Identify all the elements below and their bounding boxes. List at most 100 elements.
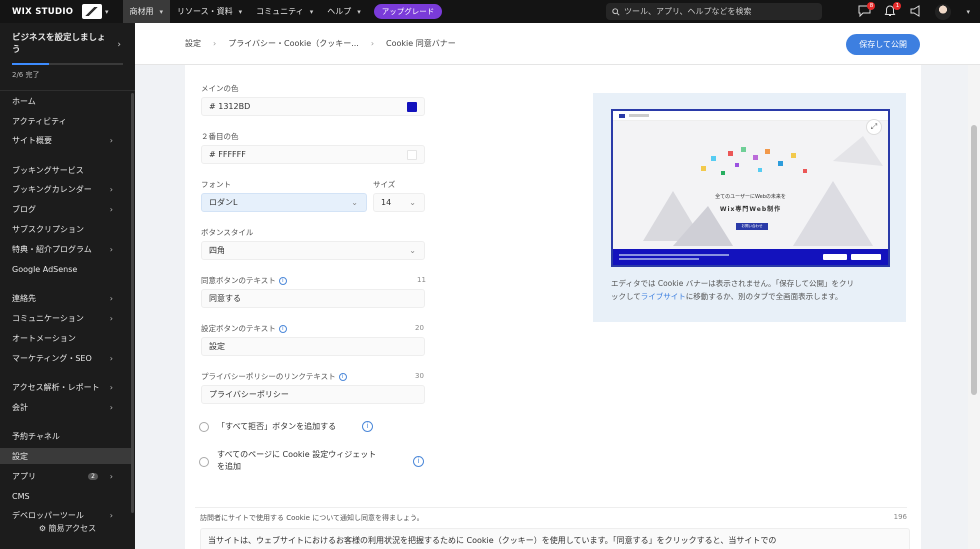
second-color-swatch[interactable]: [407, 150, 417, 160]
preview-site-nav-bar: [629, 114, 649, 117]
menu-help[interactable]: ヘルプ ▾: [320, 0, 368, 23]
size-select[interactable]: 14 ⌄: [373, 193, 425, 212]
privacy-link-label-text: プライバシーポリシーのリンクテキスト: [201, 372, 336, 381]
save-publish-button[interactable]: 保存して公開: [846, 34, 920, 55]
breadcrumb-settings[interactable]: 設定: [185, 38, 201, 49]
breadcrumb-privacy[interactable]: プライバシー・Cookie（クッキー...: [228, 38, 359, 49]
info-icon[interactable]: i: [362, 421, 373, 432]
chevron-right-icon: ›: [109, 353, 113, 363]
font-select[interactable]: ロダンL ⌄: [201, 193, 367, 212]
second-color-field[interactable]: # FFFFFF: [201, 145, 425, 164]
avatar[interactable]: [935, 3, 952, 20]
info-icon[interactable]: i: [278, 277, 287, 285]
sidebar-item[interactable]: マーケティング・SEO ›: [0, 350, 131, 366]
chevron-down-icon: ▾: [159, 7, 164, 16]
sidebar-item-label: 予約チャネル: [12, 431, 60, 441]
chevron-right-icon: ›: [109, 135, 113, 145]
privacy-link-value: プライバシーポリシー: [209, 390, 289, 399]
main-color-value: # 1312BD: [209, 102, 251, 111]
preview-note-line2: ックしてライブサイトに移動するか、別のタブで全画面表示します。: [611, 290, 896, 303]
chevron-right-icon: ›: [109, 244, 113, 254]
sidebar-item[interactable]: コミュニケーション ›: [0, 310, 131, 326]
button-style-select[interactable]: 四角 ⌄: [201, 241, 425, 260]
preview-note-text: に移動するか、別のタブで全画面表示します。: [685, 292, 843, 301]
sidebar-item[interactable]: ホーム: [0, 93, 131, 109]
preview-banner-text: [619, 254, 729, 256]
upgrade-button[interactable]: アップグレード: [373, 4, 443, 19]
sidebar-item-label: アクセス解析・レポート: [12, 382, 100, 392]
setup-card[interactable]: ビジネスを設定しましょう › 2/6 完了: [0, 23, 135, 91]
bell-icon[interactable]: 1: [883, 1, 902, 19]
preview-site-nav: [613, 111, 888, 121]
font-label: フォント: [201, 180, 231, 189]
main-scrollbar-thumb[interactable]: [971, 125, 977, 395]
menu-site[interactable]: 商材用 ▾: [122, 0, 171, 23]
preview-site-logo: [619, 113, 625, 118]
sidebar-item[interactable]: オートメーション: [0, 330, 131, 346]
sidebar-item[interactable]: CMS: [0, 488, 131, 504]
notice-section: 訪問者にサイトで使用する Cookie について通知し同意を得ましょう。 196…: [195, 507, 910, 549]
quick-access-button[interactable]: ⚙ 簡易アクセス: [0, 523, 135, 534]
sidebar-item[interactable]: サブスクリプション: [0, 221, 131, 237]
privacy-link-input[interactable]: プライバシーポリシー: [201, 385, 425, 404]
preview-banner-accept: [851, 254, 881, 260]
brand-logo[interactable]: WIX STUDIO: [0, 7, 78, 17]
sidebar-item-label: サイト概要: [12, 135, 52, 145]
reject-all-checkbox[interactable]: [199, 422, 209, 432]
accept-text-input[interactable]: 同意する: [201, 289, 425, 308]
settings-text-label-text: 設定ボタンのテキスト: [201, 324, 276, 333]
search-icon: [612, 7, 620, 16]
chevron-right-icon: ›: [109, 313, 113, 323]
sidebar-item[interactable]: ブログ ›: [0, 201, 131, 217]
settings-text-input[interactable]: 設定: [201, 337, 425, 356]
preview-banner-settings: [823, 254, 847, 260]
menu-community[interactable]: コミュニティ ▾: [249, 0, 320, 23]
search-input[interactable]: ツール、アプリ、ヘルプなどを検索: [606, 3, 822, 20]
sidebar-item[interactable]: アクティビティ: [0, 113, 131, 129]
sidebar-item[interactable]: アプリ 2 ›: [0, 468, 131, 484]
top-icons: 8 1 ▾: [857, 1, 970, 21]
megaphone-icon[interactable]: [909, 4, 923, 19]
sidebar-item[interactable]: Google AdSense: [0, 261, 131, 277]
expand-icon[interactable]: ⤢: [866, 119, 882, 135]
sidebar-item-label: マーケティング・SEO: [12, 353, 92, 363]
sidebar-item[interactable]: ブッキングカレンダー ›: [0, 181, 131, 197]
sidebar-item-label: 会計: [12, 402, 28, 412]
live-site-link[interactable]: ライブサイト: [641, 292, 686, 301]
setup-progress-bar: [12, 63, 123, 65]
sidebar-item[interactable]: 会計 ›: [0, 399, 131, 415]
sidebar-item[interactable]: 予約チャネル: [0, 428, 131, 444]
sidebar-item[interactable]: 特典・紹介プログラム ›: [0, 241, 131, 257]
menu-resources[interactable]: リソース・資料 ▾: [170, 0, 249, 23]
main-color-swatch[interactable]: [407, 102, 417, 112]
chevron-down-icon[interactable]: ▾: [966, 8, 970, 16]
site-thumbnail[interactable]: [82, 4, 102, 19]
info-icon[interactable]: i: [338, 373, 347, 381]
notice-textarea[interactable]: 当サイトは、ウェブサイトにおけるお客様の利用状況を把握するために Cookie（…: [200, 528, 910, 549]
chevron-down-icon[interactable]: ▾: [105, 8, 109, 16]
sidebar-item[interactable]: 設定: [0, 448, 131, 464]
cookie-widget-label-line2: を追加: [217, 462, 241, 471]
main-color-field[interactable]: # 1312BD: [201, 97, 425, 116]
sidebar-item[interactable]: デベロッパーツール ›: [0, 507, 131, 523]
chevron-right-icon: ›: [109, 293, 113, 303]
reject-all-label-text: 「すべて拒否」ボタンを追加する: [217, 422, 337, 431]
sidebar-item-label: ブッキングサービス: [12, 165, 84, 175]
sidebar-scrollbar[interactable]: [131, 93, 134, 513]
info-icon[interactable]: i: [278, 325, 287, 333]
chevron-down-icon: ⌄: [409, 246, 416, 255]
main-scrollbar[interactable]: [968, 65, 980, 549]
sidebar-item[interactable]: ブッキングサービス: [0, 162, 131, 178]
info-icon[interactable]: i: [413, 456, 424, 467]
sidebar-item[interactable]: アクセス解析・レポート ›: [0, 374, 131, 400]
preview-site-button: お問い合わせ: [736, 223, 768, 230]
sidebar-item-label: オートメーション: [12, 333, 76, 343]
sidebar-item[interactable]: 連絡先 ›: [0, 290, 131, 306]
cookie-widget-label-line1: すべてのページに Cookie 設定ウィジェット: [217, 450, 377, 459]
sidebar-item[interactable]: サイト概要 ›: [0, 132, 131, 148]
cookie-widget-checkbox[interactable]: [199, 457, 209, 467]
accept-text-label: 同意ボタンのテキスト i: [201, 275, 287, 286]
chat-icon[interactable]: 8: [857, 1, 876, 19]
cookie-widget-label: すべてのページに Cookie 設定ウィジェット を追加: [217, 449, 376, 473]
chevron-down-icon: ▾: [238, 7, 243, 16]
